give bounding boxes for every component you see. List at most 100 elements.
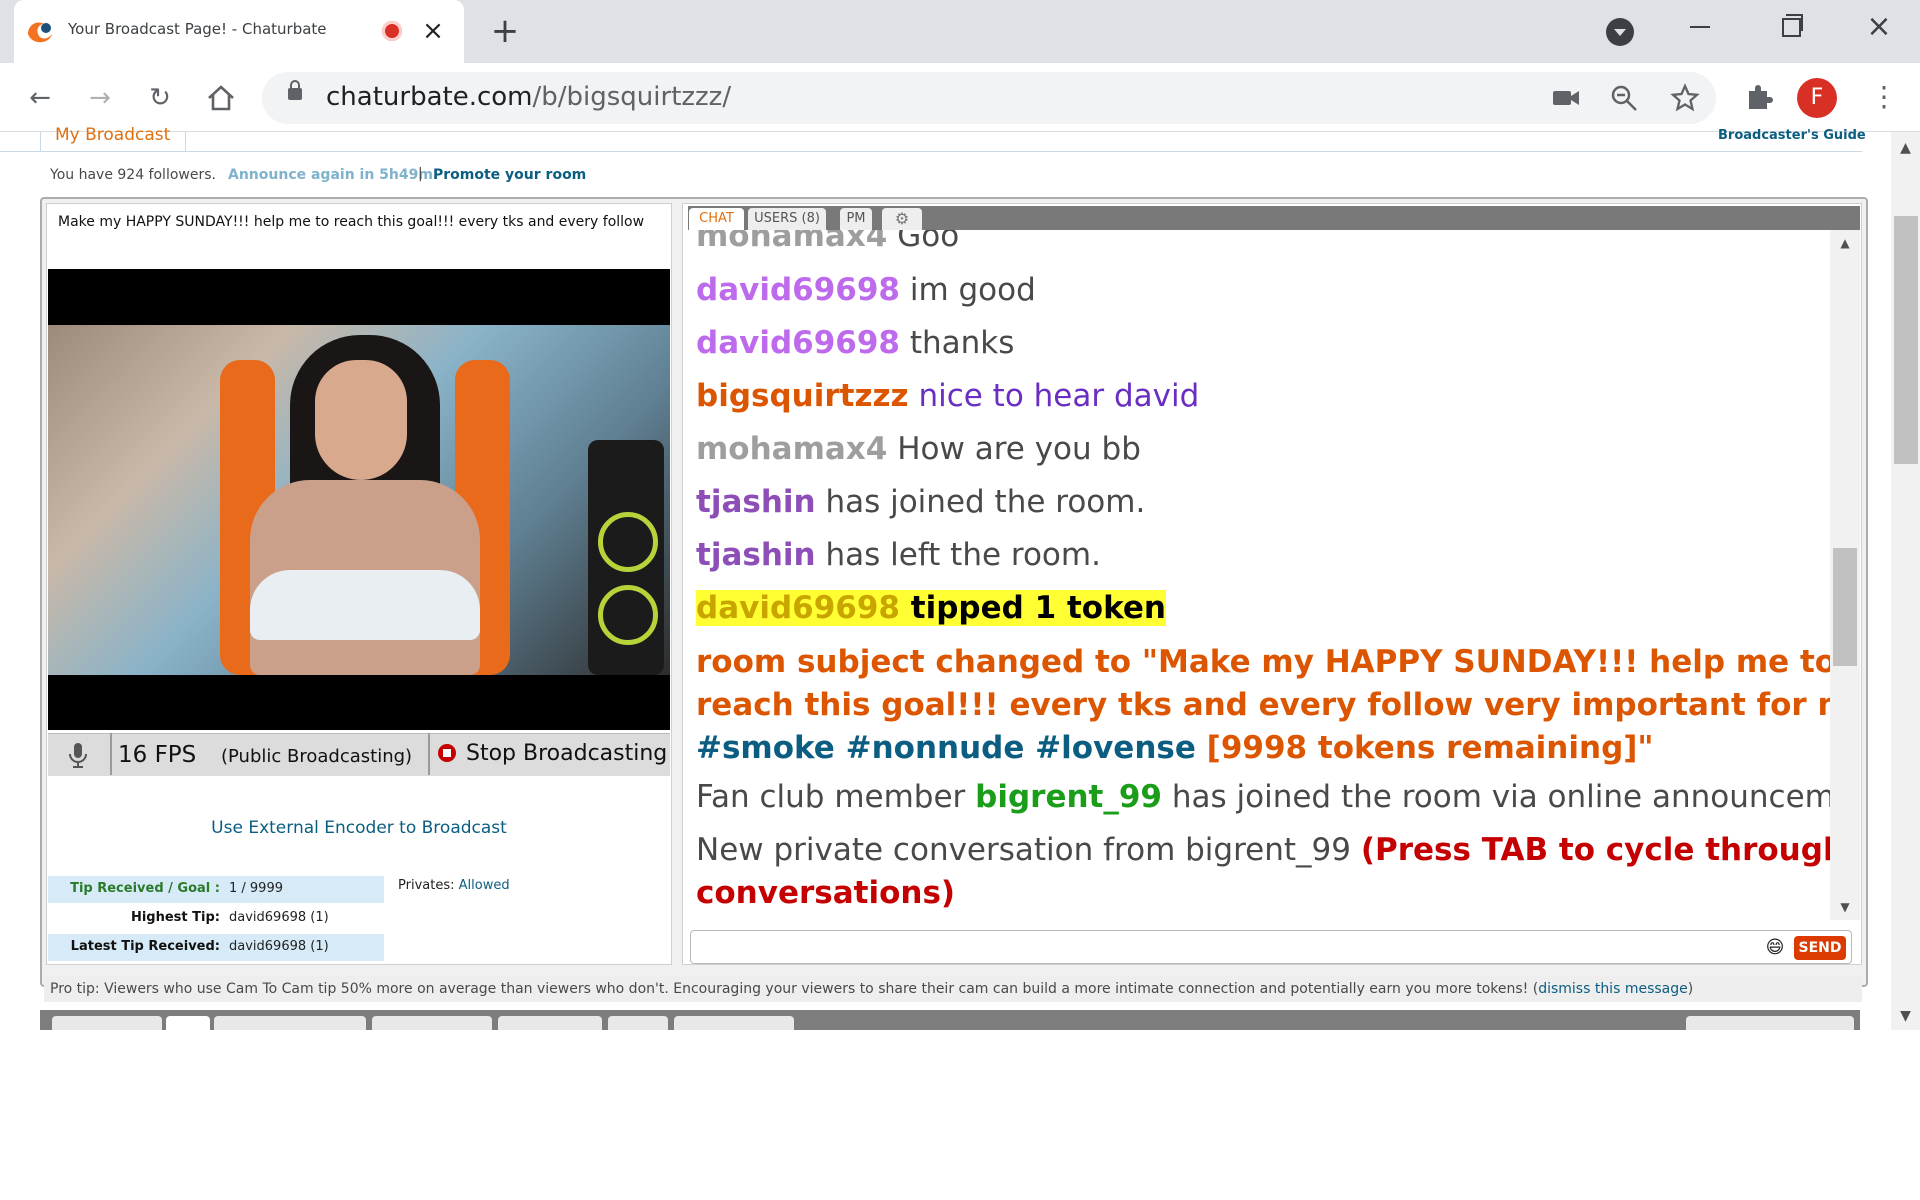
chat-username[interactable]: mohamax4: [696, 230, 887, 254]
video-person-top: [250, 570, 480, 640]
chaturbate-favicon-icon: [28, 22, 52, 43]
settings-tab[interactable]: [372, 1016, 492, 1030]
scroll-up-arrow-icon[interactable]: ▲: [1891, 140, 1920, 160]
settings-tab[interactable]: [52, 1016, 162, 1030]
tab-close-icon[interactable]: ×: [418, 14, 448, 48]
followers-count: You have 924 followers.: [50, 167, 216, 183]
chat-notice: tjashin has joined the room.: [696, 484, 1145, 520]
chat-text: tipped 1 token: [910, 590, 1166, 626]
settings-tab[interactable]: [166, 1016, 210, 1030]
tab-users[interactable]: USERS (8): [748, 208, 826, 230]
highest-tip-value: david69698 (1): [229, 910, 329, 925]
chat-message: david69698 im good: [696, 272, 1036, 308]
my-broadcast-tab[interactable]: My Broadcast: [40, 127, 186, 152]
lock-icon[interactable]: [288, 80, 302, 100]
chat-username[interactable]: tjashin: [696, 537, 816, 573]
window-minimize-icon[interactable]: [1690, 26, 1710, 28]
chat-username[interactable]: david69698: [696, 325, 900, 361]
chat-username[interactable]: bigrent_99: [975, 779, 1162, 815]
zoom-out-icon[interactable]: [1610, 84, 1638, 112]
settings-tab[interactable]: [674, 1016, 794, 1030]
extensions-puzzle-icon[interactable]: [1744, 82, 1774, 112]
chat-scroll-down-icon[interactable]: ▼: [1830, 900, 1860, 914]
highest-tip-row: Highest Tip:: [48, 905, 384, 932]
chat-text: has joined the room via online announcem…: [1171, 779, 1830, 815]
chat-text: has left the room.: [825, 537, 1101, 573]
chat-username[interactable]: tjashin: [696, 484, 816, 520]
section-tab-line: [0, 151, 1862, 152]
pro-tip-paren: ): [1687, 981, 1694, 997]
chat-text: Goo: [897, 230, 960, 254]
control-divider: [110, 733, 112, 775]
chat-hint: (Press TAB to cycle through your: [1360, 832, 1830, 868]
window-restore-icon[interactable]: [1782, 18, 1801, 37]
rating-box: [1686, 1016, 1854, 1030]
video-speaker-ring: [598, 585, 658, 645]
camera-in-use-icon[interactable]: [1552, 88, 1580, 108]
emoji-icon[interactable]: 😄: [1764, 937, 1786, 959]
tip-goal-row: Tip Received / Goal :: [48, 876, 384, 903]
separator: |: [418, 166, 423, 182]
chat-username[interactable]: david69698: [696, 590, 900, 626]
settings-tab[interactable]: [608, 1016, 668, 1030]
chat-text: nice to hear david: [918, 378, 1200, 414]
chat-text: has joined the room.: [825, 484, 1146, 520]
tab-search-icon[interactable]: [1606, 18, 1634, 46]
promote-room-link[interactable]: Promote your room: [433, 167, 586, 183]
forward-arrow-icon[interactable]: →: [82, 80, 118, 116]
privates-value-link[interactable]: Allowed: [459, 878, 510, 893]
external-encoder-link[interactable]: Use External Encoder to Broadcast: [48, 818, 670, 838]
url-text[interactable]: chaturbate.com/b/bigsquirtzzz/: [326, 82, 731, 112]
tab-title: Your Broadcast Page! - Chaturbate: [68, 20, 327, 38]
room-subject[interactable]: Make my HAPPY SUNDAY!!! help me to reach…: [58, 214, 658, 230]
chat-log[interactable]: mohamax4 Goo david69698 im good david696…: [688, 230, 1830, 920]
subject-change-line: #smoke #nonnude #lovense [9998 tokens re…: [696, 730, 1654, 766]
tip-goal-label: Tip Received / Goal :: [70, 881, 220, 896]
broadcasters-guide-link[interactable]: Broadcaster's Guide: [1718, 128, 1866, 143]
new-tab-icon[interactable]: +: [488, 12, 522, 50]
tip-notice: david69698 tipped 1 token: [696, 590, 1166, 626]
chat-settings-gear-icon[interactable]: ⚙: [882, 208, 922, 230]
chat-scroll-up-icon[interactable]: ▲: [1830, 236, 1860, 250]
chat-hint: conversations): [696, 875, 956, 911]
chat-text: New private conversation from bigrent_99: [696, 832, 1351, 868]
highest-tip-label: Highest Tip:: [130, 910, 220, 925]
profile-avatar[interactable]: F: [1797, 78, 1837, 118]
latest-tip-row: Latest Tip Received:: [48, 934, 384, 961]
subject-change-line: room subject changed to "Make my HAPPY S…: [696, 644, 1830, 680]
home-icon[interactable]: [206, 84, 236, 112]
chat-text: thanks: [909, 325, 1015, 361]
settings-tab[interactable]: [214, 1016, 366, 1030]
chat-username[interactable]: mohamax4: [696, 431, 887, 467]
latest-tip-label: Latest Tip Received:: [70, 939, 220, 954]
reload-icon[interactable]: ↻: [142, 80, 178, 116]
scroll-down-arrow-icon[interactable]: ▼: [1891, 1008, 1920, 1028]
privates-setting: Privates: Allowed: [398, 878, 510, 893]
control-divider: [428, 733, 430, 775]
private-conversation-notice: New private conversation from bigrent_99…: [696, 832, 1830, 868]
tab-pm[interactable]: PM: [840, 208, 872, 230]
chat-notice: tjashin has left the room.: [696, 537, 1101, 573]
chat-username[interactable]: david69698: [696, 272, 900, 308]
tab-chat[interactable]: CHAT: [689, 208, 744, 230]
bookmark-star-icon[interactable]: [1670, 83, 1700, 113]
video-person-face: [315, 360, 407, 480]
browser-menu-icon[interactable]: ⋮: [1870, 78, 1898, 118]
subject-change-line: reach this goal!!! every tks and every f…: [696, 687, 1830, 723]
microphone-icon[interactable]: [66, 742, 90, 768]
settings-tab[interactable]: [498, 1016, 602, 1030]
chat-input[interactable]: [690, 930, 1852, 964]
stop-broadcasting-label[interactable]: Stop Broadcasting: [466, 741, 667, 766]
chat-username[interactable]: bigsquirtzzz: [696, 378, 909, 414]
back-arrow-icon[interactable]: ←: [22, 80, 58, 116]
fps-readout: 16 FPS: [118, 742, 197, 768]
chat-text: im good: [909, 272, 1036, 308]
announce-countdown: Announce again in 5h49m: [228, 167, 433, 183]
send-button[interactable]: SEND: [1794, 936, 1846, 960]
page-scroll-thumb[interactable]: [1894, 216, 1918, 464]
window-close-icon[interactable]: ×: [1864, 10, 1894, 44]
subject-hashtags[interactable]: #smoke #nonnude #lovense: [696, 730, 1196, 766]
chat-scroll-thumb[interactable]: [1833, 548, 1857, 666]
fan-club-notice: Fan club member bigrent_99 has joined th…: [696, 779, 1830, 815]
dismiss-message-link[interactable]: dismiss this message: [1538, 981, 1688, 997]
